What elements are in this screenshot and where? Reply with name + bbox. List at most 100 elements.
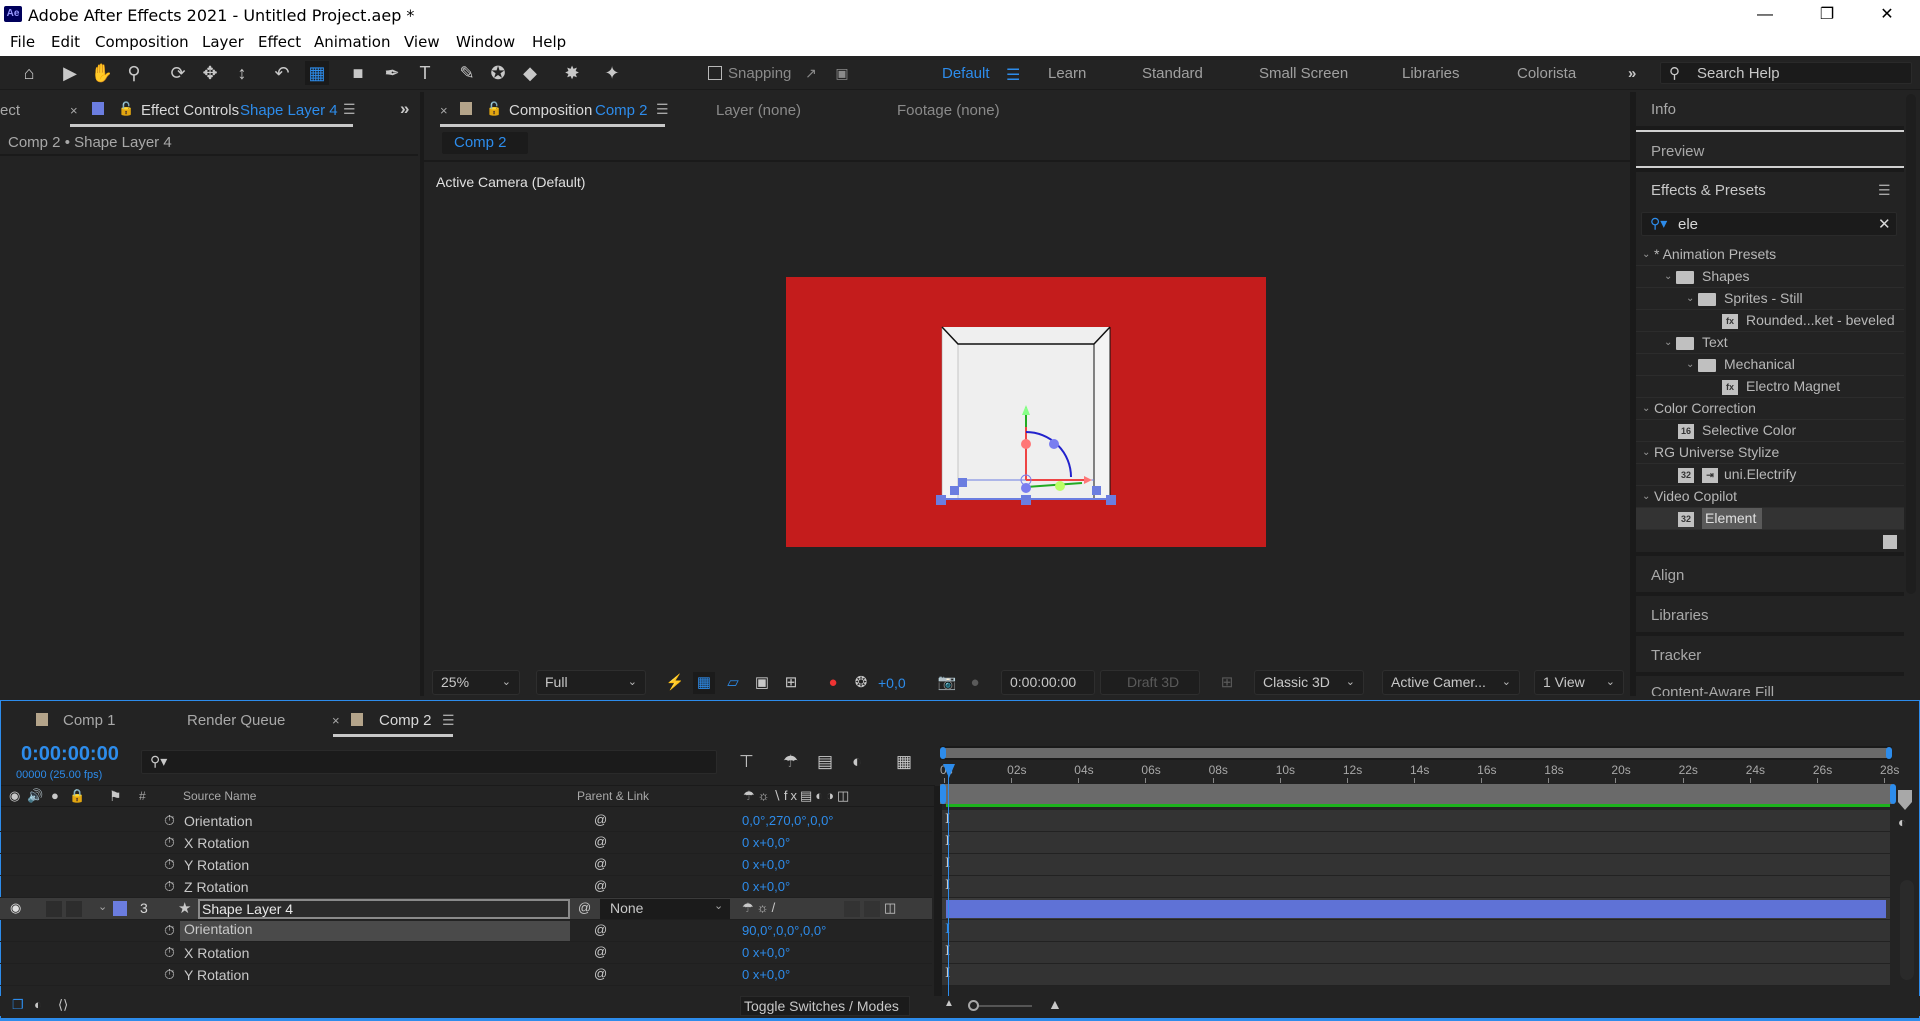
effects-tree-item[interactable]: 32 Element	[1636, 508, 1904, 530]
panel-menu-icon[interactable]: ☰	[1878, 182, 1891, 199]
renderer-dropdown[interactable]: Classic 3D ⌄	[1254, 670, 1364, 695]
property-row[interactable]: ⏱ Z Rotation @0 x+0,0°	[0, 876, 932, 898]
expression-pickwhip-icon[interactable]: @	[594, 812, 607, 827]
close-tab-icon[interactable]: ×	[70, 103, 78, 118]
resolution-dropdown[interactable]: Full ⌄	[536, 670, 646, 695]
show-snapshot-icon[interactable]: ●	[964, 672, 986, 694]
in-out-stretch-icon[interactable]: ⟨⟩	[58, 997, 68, 1013]
property-track[interactable]: I	[942, 942, 1890, 964]
composition-tab-name[interactable]: Comp 2	[595, 102, 648, 119]
property-name[interactable]: Orientation	[180, 921, 570, 941]
property-value[interactable]: 0 x+0,0°	[742, 967, 790, 982]
minimize-icon[interactable]: —	[1742, 0, 1788, 30]
property-value[interactable]: 0 x+0,0°	[742, 879, 790, 894]
dolly-camera-icon[interactable]: ↕	[230, 61, 254, 85]
menu-window[interactable]: Window	[456, 33, 515, 51]
adjustment-toggle[interactable]	[844, 901, 860, 917]
chevron-down-icon[interactable]: ⌄	[1642, 398, 1650, 419]
type-tool-icon[interactable]: T	[413, 61, 437, 85]
menu-view[interactable]: View	[404, 33, 440, 51]
expression-pickwhip-icon[interactable]: @	[594, 856, 607, 871]
effects-tree-item[interactable]: ⌄ Color Correction	[1636, 398, 1904, 420]
property-track[interactable]: I	[942, 854, 1890, 876]
close-tab-icon[interactable]: ×	[332, 713, 340, 728]
property-name[interactable]: X Rotation	[184, 835, 249, 851]
close-tab-icon[interactable]: ×	[440, 103, 448, 118]
menu-layer[interactable]: Layer	[202, 33, 244, 51]
lock-icon[interactable]: 🔓	[118, 101, 134, 117]
stopwatch-icon[interactable]: ⏱	[164, 966, 175, 983]
chevron-down-icon[interactable]: ⌄	[1686, 288, 1694, 309]
info-panel-header[interactable]: Info	[1636, 92, 1904, 130]
transfer-controls-icon[interactable]: ◐	[34, 997, 42, 1012]
effects-tree-item[interactable]: ⌄ Shapes	[1636, 266, 1904, 288]
video-switch-icon[interactable]: ◉	[9, 788, 20, 804]
fast-previews-icon[interactable]: ⚡	[664, 672, 686, 694]
snap-edges-icon[interactable]: ↗	[799, 61, 823, 85]
channel-rgb-icon[interactable]: ●	[822, 672, 844, 694]
property-name[interactable]: Y Rotation	[184, 967, 249, 983]
menu-file[interactable]: File	[10, 33, 35, 51]
zoom-slider-track[interactable]	[970, 1005, 1032, 1007]
parent-dropdown[interactable]: None ⌄	[600, 899, 730, 919]
effects-search-input[interactable]: ⚲▾ ele ✕	[1641, 212, 1897, 236]
work-area-start-handle[interactable]	[940, 784, 946, 804]
effects-tree-item[interactable]: ⌄ RG Universe Stylize	[1636, 442, 1904, 464]
work-area-end-handle[interactable]	[1890, 784, 1896, 804]
eraser-tool-icon[interactable]: ◆	[518, 61, 542, 85]
composition-tab-label[interactable]: Composition	[509, 102, 592, 119]
effects-tree-item[interactable]: ⌄ Text	[1636, 332, 1904, 354]
property-row[interactable]: ⏱ Orientation @0,0°,270,0°,0,0°	[0, 810, 932, 832]
layer-track[interactable]	[942, 898, 1890, 920]
eye-icon[interactable]: ◉	[10, 900, 21, 916]
zoom-slider-thumb[interactable]	[968, 1000, 979, 1011]
orbit-camera-icon[interactable]: ⟳	[166, 61, 190, 85]
chevron-down-icon[interactable]: ⌄	[1642, 442, 1650, 463]
hide-shy-layers-icon[interactable]: ☂	[783, 752, 798, 772]
panel-overflow-icon[interactable]: »	[400, 99, 409, 119]
property-value[interactable]: 0,0°,270,0°,0,0°	[742, 813, 834, 828]
chevron-down-icon[interactable]: ⌄	[1664, 266, 1672, 287]
comp-flowchart-chip[interactable]: Comp 2	[442, 132, 528, 154]
property-row[interactable]: ⏱ Y Rotation @0 x+0,0°	[0, 854, 932, 876]
tab-comp-1[interactable]: Comp 1	[63, 712, 116, 729]
motion-blur-icon[interactable]: ◐	[852, 752, 862, 772]
property-name[interactable]: Orientation	[184, 813, 252, 829]
effect-controls-tab-label[interactable]: Effect Controls	[141, 102, 239, 119]
zoom-out-icon[interactable]: ▲	[944, 998, 954, 1009]
close-icon[interactable]: ✕	[1864, 0, 1910, 30]
effects-tree-item[interactable]: ⌄ Mechanical	[1636, 354, 1904, 376]
timeline-vertical-scrollbar[interactable]	[1900, 880, 1914, 980]
property-track[interactable]: I	[942, 810, 1890, 832]
clone-stamp-icon[interactable]: ✪	[486, 61, 510, 85]
property-row[interactable]: ⏱ X Rotation @0 x+0,0°	[0, 942, 932, 964]
effects-presets-title[interactable]: Effects & Presets	[1651, 182, 1766, 199]
chevron-down-icon[interactable]: ⌄	[1664, 332, 1672, 353]
current-time[interactable]: 0:00:00:00	[21, 743, 119, 766]
zoom-tool-icon[interactable]: ⚲	[122, 61, 146, 85]
property-row[interactable]: ⏱ Orientation @90,0°,0,0°,0,0°	[0, 920, 932, 942]
layer-name-input[interactable]: Shape Layer 4	[198, 899, 570, 919]
composition-mini-flowchart-icon[interactable]: ⊤	[739, 752, 754, 772]
project-tab-cut[interactable]: ect	[0, 102, 20, 119]
graph-editor-icon[interactable]: ▦	[896, 752, 912, 772]
work-area-bar[interactable]	[940, 784, 1892, 804]
content-aware-fill-panel-header[interactable]: Content-Aware Fill	[1636, 678, 1904, 696]
menu-help[interactable]: Help	[532, 33, 566, 51]
chevron-down-icon[interactable]: ⌄	[1642, 486, 1650, 507]
property-track[interactable]: I	[942, 876, 1890, 898]
effects-tree-item[interactable]: 16 Selective Color	[1636, 420, 1904, 442]
composition-canvas[interactable]	[786, 277, 1266, 547]
stopwatch-icon[interactable]: ⏱	[164, 922, 175, 939]
region-of-interest-icon[interactable]: ▣	[751, 672, 773, 694]
workspace-overflow-icon[interactable]: »	[1628, 65, 1636, 82]
footage-viewer-tab[interactable]: Footage (none)	[897, 102, 1000, 119]
snap-time-icon[interactable]: ◐	[1898, 814, 1906, 830]
layer-duration-bar[interactable]	[946, 900, 1886, 918]
time-navigator[interactable]	[940, 746, 1892, 760]
workspace-colorista[interactable]: Colorista	[1517, 65, 1576, 82]
current-time-display[interactable]: 0:00:00:00	[1001, 670, 1095, 695]
ground-plane-icon[interactable]: ⊞	[1216, 672, 1238, 694]
workspace-libraries[interactable]: Libraries	[1402, 65, 1460, 82]
panel-menu-icon[interactable]: ☰	[442, 712, 455, 729]
